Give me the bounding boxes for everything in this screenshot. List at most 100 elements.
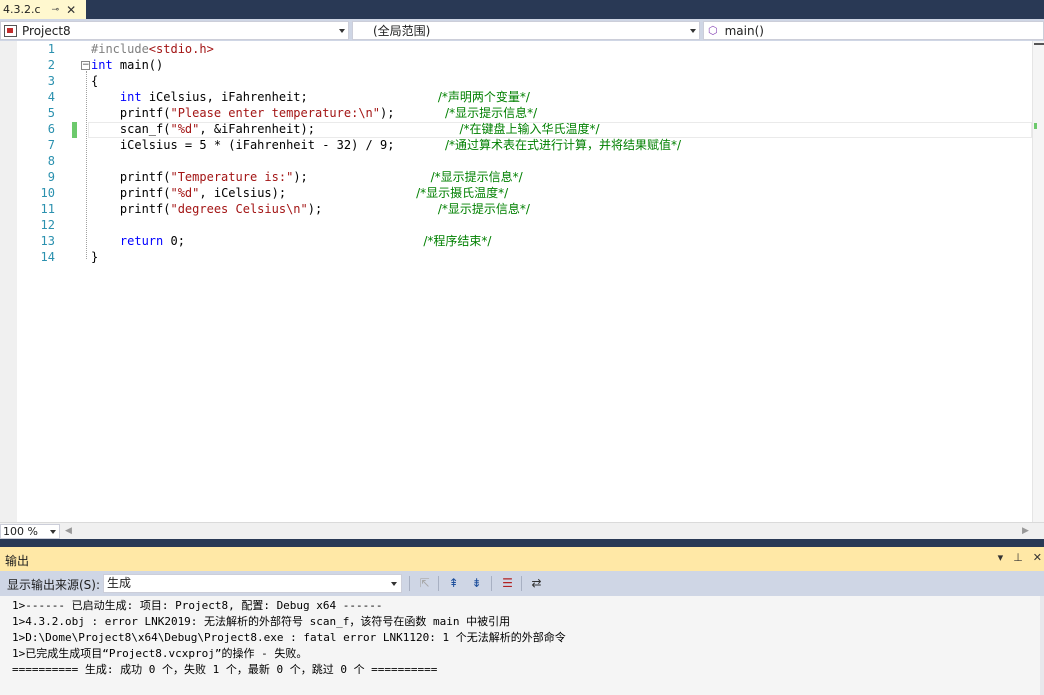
code-token: "%d" (170, 122, 200, 136)
line-number: 7 (47, 138, 55, 152)
line-number-margin: 1 2 3 4 5 6 7 8 9 10 11 12 13 14 (17, 41, 55, 265)
line-number: 3 (47, 74, 55, 88)
code-token: <stdio.h> (148, 42, 214, 56)
output-window: 输出 ▾ ⊥ ✕ 显示输出来源(S): 生成 ⇱ ⇞ ⇟ ☰ ⇄ 1>-----… (0, 547, 1044, 695)
code-line: printf("degrees Celsius\n"); /*显示提示信息*/ (91, 201, 681, 217)
code-token: /*显示提示信息*/ (445, 106, 538, 120)
code-token: printf( (91, 202, 171, 216)
member-dropdown-value: main() (724, 23, 764, 38)
outline-guide (86, 71, 87, 259)
project-icon (4, 24, 17, 37)
member-dropdown[interactable]: ⬡ main() (703, 21, 1044, 40)
code-token: "degrees Celsius\n" (170, 202, 308, 216)
toolbar-separator (438, 576, 439, 591)
line-number: 13 (40, 234, 55, 248)
output-vertical-scrollbar[interactable] (1040, 596, 1044, 695)
chevron-down-icon (391, 582, 397, 586)
code-token: 0; (163, 234, 424, 248)
code-line: return 0; /*程序结束*/ (91, 233, 681, 249)
line-number: 9 (47, 170, 55, 184)
line-number: 1 (47, 42, 55, 56)
code-token: /*声明两个变量*/ (437, 90, 530, 104)
code-token: /*程序结束*/ (423, 234, 492, 248)
document-tab[interactable]: 4.3.2.c ⊸ ✕ (0, 0, 86, 19)
code-line: #include<stdio.h> (91, 41, 681, 57)
scroll-right-icon[interactable]: ▶ (1022, 526, 1029, 536)
output-line: ========== 生成: 成功 0 个，失败 1 个，最新 0 个，跳过 0… (12, 663, 438, 676)
output-line: 1>已完成生成项目“Project8.vcxproj”的操作 - 失败。 (12, 647, 308, 660)
scroll-left-icon[interactable]: ◀ (65, 526, 72, 536)
scope-dropdown[interactable]: (全局范围) (352, 21, 700, 40)
window-position-icon[interactable]: ▾ (998, 551, 1004, 564)
code-token: scan_f( (91, 122, 171, 136)
editor-bottom-bar: 100 % ◀ ▶ (0, 522, 1044, 539)
chevron-down-icon (690, 29, 696, 33)
chevron-down-icon (339, 29, 345, 33)
line-number: 6 (47, 122, 55, 136)
code-line: scan_f("%d", &iFahrenheit); /*在键盘上输入华氏温度… (91, 121, 681, 137)
output-line: 1>D:\Dome\Project8\x64\Debug\Project8.ex… (12, 631, 566, 644)
code-token: printf( (91, 106, 171, 120)
zoom-dropdown[interactable]: 100 % (0, 524, 60, 539)
find-message-icon[interactable]: ⇱ (416, 575, 433, 592)
code-line: } (91, 249, 681, 265)
project-dropdown[interactable]: Project8 (0, 21, 349, 40)
vertical-scrollbar[interactable] (1032, 41, 1044, 522)
navigation-bar: Project8 (全局范围) ⬡ main() (0, 19, 1044, 41)
code-line: printf("Temperature is:"); /*显示提示信息*/ (91, 169, 681, 185)
code-token: printf( (91, 170, 171, 184)
line-number: 11 (40, 202, 55, 216)
window-splitter[interactable] (0, 539, 1044, 547)
code-token: iCelsius = 5 * (iFahrenheit - 32) / 9; (91, 138, 446, 152)
close-icon[interactable]: ✕ (1033, 551, 1042, 564)
previous-message-icon[interactable]: ⇞ (445, 575, 462, 592)
line-number: 2 (47, 58, 55, 72)
code-token: int (119, 90, 142, 104)
code-text[interactable]: #include<stdio.h> int main(){ int iCelsiu… (91, 41, 681, 265)
function-icon: ⬡ (708, 24, 718, 37)
code-line: printf("%d", iCelsius); /*显示摄氏温度*/ (91, 185, 681, 201)
auto-hide-pin-icon[interactable]: ⊥ (1013, 551, 1023, 564)
line-number: 12 (40, 218, 55, 232)
collapse-outline-icon[interactable]: − (81, 61, 90, 70)
change-tracking-marker (72, 122, 77, 138)
scope-dropdown-value: (全局范围) (373, 24, 431, 38)
word-wrap-icon[interactable]: ⇄ (528, 575, 545, 592)
close-tab-icon[interactable]: ✕ (66, 3, 76, 17)
code-token: iCelsius, iFahrenheit; (141, 90, 438, 104)
line-number: 14 (40, 250, 55, 264)
code-token: /*显示提示信息*/ (437, 202, 530, 216)
code-token: /*显示提示信息*/ (430, 170, 523, 184)
output-source-label: 显示输出来源(S): (7, 578, 101, 592)
output-source-dropdown[interactable]: 生成 (103, 574, 402, 593)
code-token: ); (380, 106, 446, 120)
code-token: ); (293, 170, 431, 184)
pin-icon[interactable]: ⊸ (52, 5, 60, 15)
code-token: main() (112, 58, 164, 72)
code-line: int iCelsius, iFahrenheit; /*声明两个变量*/ (91, 89, 681, 105)
split-window-icon[interactable] (1034, 43, 1044, 57)
tab-title: 4.3.2.c (3, 3, 41, 16)
code-token: #include (91, 42, 149, 56)
code-token: /*在键盘上输入华氏温度*/ (459, 122, 600, 136)
clear-all-icon[interactable]: ☰ (499, 575, 516, 592)
code-token: return (119, 234, 164, 248)
output-toolbar: 显示输出来源(S): 生成 ⇱ ⇞ ⇟ ☰ ⇄ (0, 571, 1044, 596)
toolbar-separator (491, 576, 492, 591)
output-line: 1>------ 已启动生成: 项目: Project8, 配置: Debug … (12, 599, 383, 612)
output-text[interactable]: 1>------ 已启动生成: 项目: Project8, 配置: Debug … (0, 596, 1040, 695)
code-token: } (91, 250, 99, 264)
code-editor[interactable]: 1 2 3 4 5 6 7 8 9 10 11 12 13 14 − #include<stdio.h> i… (0, 41, 1044, 522)
code-token: int (91, 58, 113, 72)
line-number: 5 (47, 106, 55, 120)
line-number: 10 (40, 186, 55, 200)
code-token: "Temperature is:" (170, 170, 294, 184)
code-line: printf("Please enter temperature:\n"); /… (91, 105, 681, 121)
next-message-icon[interactable]: ⇟ (468, 575, 485, 592)
code-line: { (91, 73, 681, 89)
code-token: , iCelsius); (199, 186, 417, 200)
